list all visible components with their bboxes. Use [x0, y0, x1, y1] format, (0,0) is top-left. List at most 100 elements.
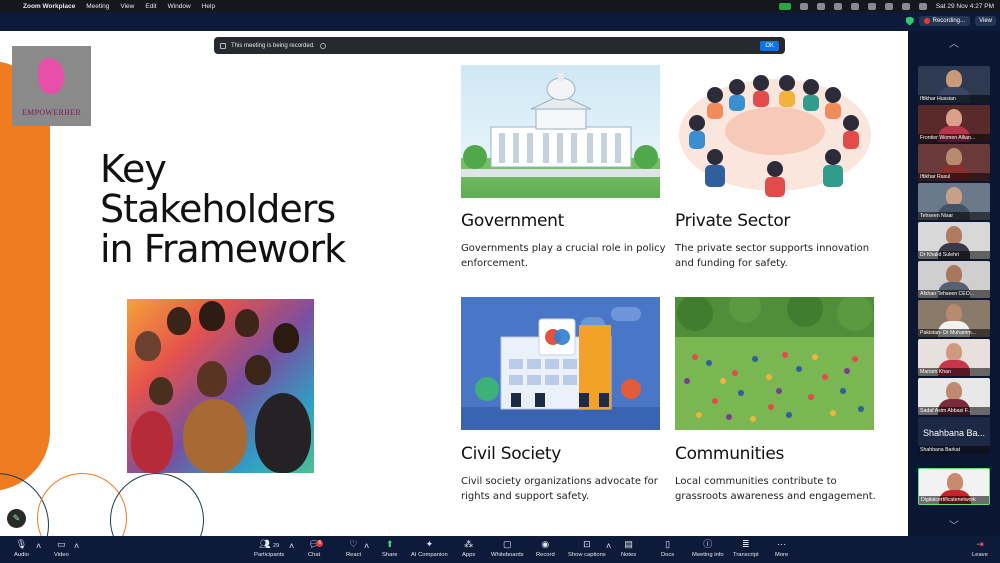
logo-face-silhouette [38, 58, 64, 94]
recording-indicator[interactable]: Recording... [918, 16, 970, 26]
chat-unread-badge: 6 [316, 540, 324, 547]
ok-button[interactable]: OK [760, 40, 779, 51]
participant-gallery-panel: ︿ Iftikhar Hussian Frontier Women Allian… [908, 31, 1000, 536]
zoom-tray-icon[interactable] [799, 2, 808, 10]
participant-tile[interactable]: Dr Khalid Sulehri [918, 222, 990, 259]
annotate-pen-icon[interactable]: ✎ [7, 509, 26, 528]
slide-title: Key Stakeholders in Framework [100, 149, 420, 269]
video-options-chevron-icon[interactable]: ˄ [74, 541, 79, 554]
participant-avatar [946, 187, 962, 205]
captions-options-chevron-icon[interactable]: ˄ [606, 541, 611, 554]
recording-notification: This meeting is being recorded. OK [214, 37, 785, 54]
docs-icon: ▯ [665, 539, 671, 549]
participant-tile-active[interactable]: Digitalcertificatenetwork [918, 468, 990, 505]
mac-menu-bar: Zoom Workplace Meeting View Edit Window … [0, 0, 1000, 12]
notes-button[interactable]: ▤ Notes [621, 539, 636, 558]
participant-tile[interactable]: Mariam Khan [918, 339, 990, 376]
participant-tile[interactable]: Iftikhar Rasul [918, 144, 990, 181]
scroll-up-chevron-icon[interactable]: ︿ [946, 40, 962, 50]
menu-clock[interactable]: Sat 29 Nov 4:27 PM [936, 3, 994, 10]
audio-button[interactable]: 🎙︎ Audio [14, 539, 29, 558]
encryption-shield-icon[interactable] [905, 16, 914, 26]
video-button[interactable]: ▭ Video [54, 539, 69, 558]
recording-status: Recording... [905, 16, 970, 26]
meeting-info-button[interactable]: ⓘ Meeting info [692, 539, 724, 558]
camera-in-use-icon[interactable] [778, 2, 791, 10]
record-icon: ◉ [541, 539, 550, 549]
card-desc-communities: Local communities contribute to grassroo… [675, 476, 876, 502]
participant-tile[interactable]: Iftikhar Hussian [918, 66, 990, 103]
participants-options-chevron-icon[interactable]: ˄ [289, 541, 294, 554]
zoom-window: Zoom Workplace Meeting View Edit Window … [0, 0, 1000, 563]
menu-help[interactable]: Help [202, 3, 215, 10]
title-line-2: Stakeholders [100, 187, 336, 231]
notes-icon: ▤ [624, 539, 633, 549]
participant-name: Pakistan- Dr Muhamm... [918, 329, 990, 337]
logo-text: EMPOWERHER [22, 108, 81, 117]
more-button[interactable]: ⋯ More [775, 539, 788, 558]
card-title-civil-society: Civil Society [461, 444, 562, 464]
participant-name: Iftikhar Rasul [918, 173, 990, 181]
apple-icon[interactable] [6, 3, 13, 10]
participant-name: Frontier Women Allian... [918, 134, 990, 142]
transcript-button[interactable]: ≣ Transcript [733, 539, 759, 558]
participant-tile[interactable]: Tehseen Nisar [918, 183, 990, 220]
recording-notice-text: This meeting is being recorded. [231, 42, 315, 49]
chat-icon: 💬︎ 6 [308, 539, 324, 550]
video-camera-icon: ▭ [57, 539, 66, 549]
participant-avatar [946, 304, 962, 322]
meeting-toolbar: 🎙︎ Audio ˄ ▭ Video ˄ 👥︎ 29 Participants ˄ 💬… [0, 536, 1000, 563]
participants-button[interactable]: 👥︎ 29 Participants [254, 539, 284, 558]
docs-button[interactable]: ▯ Docs [661, 539, 674, 558]
music-icon[interactable] [833, 2, 842, 10]
recording-label: Recording... [932, 18, 965, 24]
participant-tile[interactable]: Sadaf Asim Abbasi F... [918, 378, 990, 415]
control-center-icon[interactable] [918, 2, 927, 10]
participant-name-large: Shahbana Ba... [922, 428, 986, 438]
bluetooth-icon[interactable] [816, 2, 825, 10]
participant-tile[interactable]: Shahbana Ba... Shahbana Barkat [918, 417, 990, 454]
ai-companion-button[interactable]: ✦ AI Companion [411, 539, 448, 558]
battery-icon[interactable] [850, 2, 859, 10]
participant-avatar [946, 226, 962, 244]
participant-tile[interactable]: Afshan Tehseen CEO... [918, 261, 990, 298]
ai-sparkle-icon: ✦ [425, 539, 434, 549]
participant-name: Mariam Khan [918, 368, 990, 376]
volume-icon[interactable] [867, 2, 876, 10]
communities-illustration [675, 297, 874, 430]
info-icon[interactable] [319, 42, 326, 49]
view-button[interactable]: View [975, 16, 996, 26]
menu-window[interactable]: Window [168, 3, 191, 10]
react-options-chevron-icon[interactable]: ˄ [364, 541, 369, 554]
zoom-top-bar: Recording... View [0, 12, 1000, 31]
participant-name: Shahbana Barkat [918, 446, 990, 454]
participant-tile[interactable]: Frontier Women Allian... [918, 105, 990, 142]
react-button[interactable]: ♡ React [346, 539, 361, 558]
apps-icon: ⁂ [464, 539, 474, 549]
private-sector-illustration [675, 65, 874, 198]
scroll-down-chevron-icon[interactable]: ﹀ [946, 522, 962, 532]
leave-button[interactable]: ⇥ Leave [972, 539, 988, 558]
menu-tray: Sat 29 Nov 4:27 PM [778, 2, 994, 10]
apps-button[interactable]: ⁂ Apps [462, 539, 475, 558]
participant-name: Digitalcertificatenetwork [919, 496, 989, 504]
wifi-icon[interactable] [884, 2, 893, 10]
search-icon[interactable] [901, 2, 910, 10]
record-button[interactable]: ◉ Record [536, 539, 555, 558]
participant-avatar [946, 148, 962, 166]
deco-circle-3 [110, 473, 204, 536]
menu-edit[interactable]: Edit [145, 3, 156, 10]
microphone-muted-icon: 🎙︎ [15, 539, 28, 549]
chat-button[interactable]: 💬︎ 6 Chat [308, 539, 324, 558]
share-button[interactable]: ⬆︎ Share [382, 539, 397, 558]
menu-meeting[interactable]: Meeting [86, 3, 109, 10]
whiteboards-button[interactable]: ▢ Whiteboards [491, 539, 524, 558]
audio-options-chevron-icon[interactable]: ˄ [36, 541, 41, 554]
menu-view[interactable]: View [120, 3, 134, 10]
empowerher-logo: EMPOWERHER [12, 46, 91, 126]
card-title-government: Government [461, 211, 565, 231]
participants-icon: 👥︎ 29 [259, 539, 280, 549]
menu-app-zoom[interactable]: Zoom Workplace [23, 3, 75, 10]
participant-tile[interactable]: Pakistan- Dr Muhamm... [918, 300, 990, 337]
show-captions-button[interactable]: ⊡ Show captions [568, 539, 606, 558]
